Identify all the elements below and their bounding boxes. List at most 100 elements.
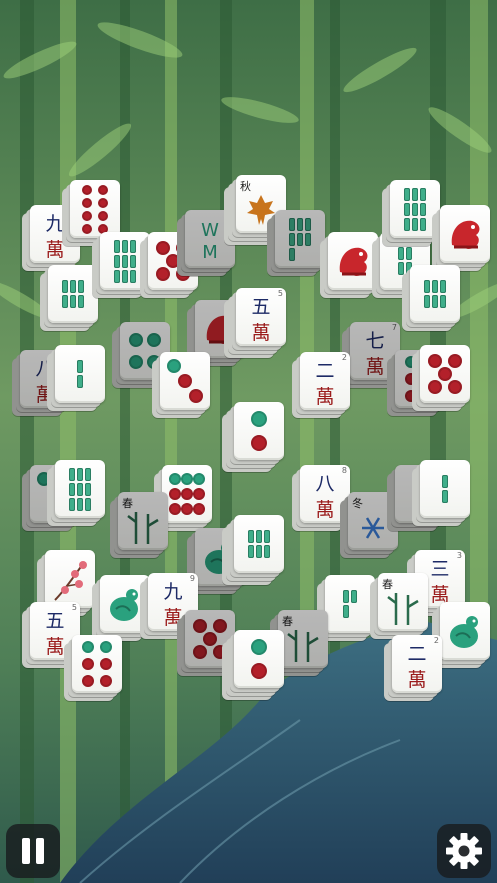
tile-face — [410, 265, 460, 323]
tile-face — [440, 602, 490, 660]
tile-face: 春 — [378, 573, 428, 631]
bamboo-stick — [440, 280, 446, 293]
bamboo-stick — [351, 590, 357, 603]
circle-pip — [169, 473, 181, 485]
red-dragon-icon — [451, 220, 480, 249]
tile-face — [72, 635, 122, 693]
mahjong-tile[interactable] — [222, 630, 284, 700]
mahjong-tile[interactable] — [64, 635, 122, 701]
tile-index: 3 — [456, 551, 462, 560]
bamboo-stick — [77, 497, 83, 511]
mahjong-tile[interactable] — [320, 232, 378, 298]
tile-index: 5 — [277, 289, 283, 298]
mahjong-tile[interactable] — [432, 602, 490, 668]
bamboo-stick — [404, 202, 410, 216]
circle-pip — [181, 473, 193, 485]
circle-pip — [251, 663, 267, 679]
circle-pip — [100, 675, 112, 687]
bamboo-stick — [248, 530, 254, 543]
mahjong-tile[interactable] — [37, 550, 95, 616]
bamboo-stick — [62, 295, 68, 308]
mahjong-tile[interactable] — [152, 352, 210, 418]
bamboo-stick — [114, 239, 120, 253]
circle-pip — [129, 333, 143, 347]
bamboo-stick — [420, 202, 426, 216]
mahjong-tile — [267, 210, 325, 276]
mahjong-tile[interactable] — [40, 265, 98, 331]
bamboo-stick — [343, 605, 349, 618]
bamboo-stick — [424, 295, 430, 308]
pause-button[interactable] — [6, 824, 60, 878]
circle-pip — [156, 241, 170, 255]
tile-wan-character: 萬 — [251, 322, 271, 344]
bamboo-stick — [442, 490, 448, 503]
mahjong-tile[interactable] — [47, 460, 105, 526]
tile-face — [275, 210, 325, 268]
circle-pip — [98, 198, 108, 208]
circle-pip — [193, 645, 207, 659]
settings-button[interactable] — [437, 824, 491, 878]
circle-pip — [82, 198, 92, 208]
mahjong-tile[interactable] — [222, 515, 284, 585]
mahjong-tile[interactable] — [62, 180, 120, 246]
bamboo-stick — [432, 295, 438, 308]
bamboo-stick — [442, 475, 448, 488]
mahjong-tile[interactable] — [432, 205, 490, 271]
mahjong-tile[interactable] — [402, 265, 460, 331]
circle-pip — [167, 359, 181, 373]
bamboo-stick — [70, 280, 76, 293]
bamboo-stick — [289, 232, 295, 246]
bamboo-stick — [130, 239, 136, 253]
bamboo-stick — [77, 360, 83, 373]
bamboo-stick — [77, 482, 83, 496]
circle-pip — [147, 333, 161, 347]
mahjong-tile[interactable] — [412, 345, 470, 411]
bamboo-stick — [412, 187, 418, 201]
circle-pip — [251, 411, 267, 427]
circle-pip — [82, 211, 92, 221]
mahjong-tile[interactable]: 五萬5 — [224, 288, 286, 358]
tile-face — [55, 345, 105, 403]
mahjong-tile[interactable]: 春 — [370, 573, 428, 639]
bamboo-stick — [77, 467, 83, 481]
bamboo-stick — [85, 467, 91, 481]
circle-pip — [98, 185, 108, 195]
bamboo-stick — [122, 254, 128, 268]
tile-face: 春 — [278, 610, 328, 668]
tile-face — [420, 345, 470, 403]
bamboo-stick — [130, 269, 136, 283]
bamboo-stick — [412, 217, 418, 231]
tile-index: 8 — [341, 466, 347, 475]
tile-index: 5 — [71, 603, 77, 612]
circle-pip — [82, 658, 94, 670]
circle-pip — [251, 435, 267, 451]
tile-face — [234, 402, 284, 460]
mahjong-tile[interactable] — [412, 460, 470, 526]
bamboo-stick — [297, 232, 303, 246]
circle-pip — [82, 185, 92, 195]
bamboo-stick — [297, 217, 303, 231]
circle-pip — [82, 675, 94, 687]
tile-index: 7 — [391, 323, 397, 332]
bamboo-stick — [424, 280, 430, 293]
mahjong-tile[interactable] — [317, 575, 375, 641]
mahjong-tile[interactable] — [154, 465, 212, 531]
mahjong-tile[interactable]: 二萬2 — [384, 635, 442, 701]
mahjong-tile[interactable] — [222, 402, 284, 472]
circle-pip — [251, 639, 267, 655]
circle-pip — [178, 374, 192, 388]
red-dragon-icon — [339, 247, 368, 276]
svg-text:M: M — [202, 242, 218, 263]
mahjong-tile[interactable] — [47, 345, 105, 411]
svg-text:W: W — [201, 220, 219, 241]
bamboo-stick — [264, 530, 270, 543]
bamboo-stick — [412, 202, 418, 216]
bamboo-stick — [264, 545, 270, 558]
mahjong-tile: 春 — [110, 492, 168, 558]
bamboo-plant-icon — [387, 593, 419, 625]
mahjong-tile[interactable]: 二萬2 — [292, 352, 350, 418]
circle-pip — [100, 658, 112, 670]
bamboo-stick — [122, 239, 128, 253]
tile-face — [162, 465, 212, 523]
tile-face — [234, 515, 284, 573]
